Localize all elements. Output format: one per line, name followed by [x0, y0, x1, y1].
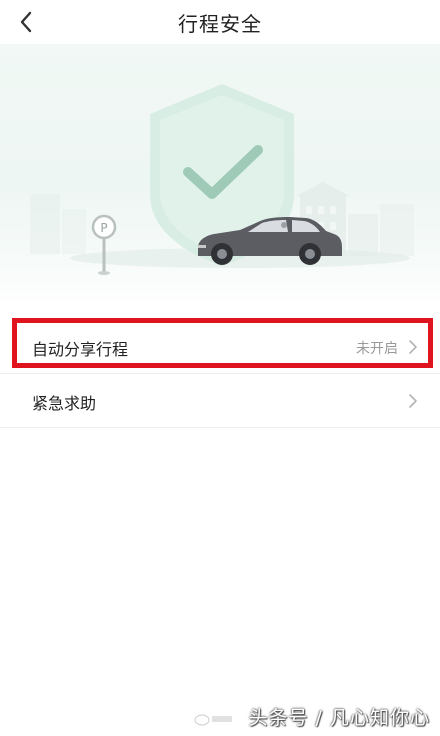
- parking-sign-icon: P: [91, 214, 117, 275]
- auto-share-trip-label: 自动分享行程: [32, 340, 129, 359]
- emergency-help-label: 紧急求助: [32, 394, 97, 413]
- svg-text:P: P: [100, 221, 107, 235]
- divider: [0, 427, 440, 428]
- chevron-right-icon: [409, 340, 417, 354]
- auto-share-trip-row[interactable]: 自动分享行程 未开启: [0, 320, 440, 374]
- chevron-right-icon: [409, 394, 417, 408]
- trip-safety-page: 行程安全 P 自动分享行程 未开启 紧急求助 头条号 / 凡心知你心: [0, 0, 440, 736]
- emergency-help-row[interactable]: 紧急求助: [0, 374, 440, 428]
- page-title: 行程安全: [178, 12, 262, 36]
- watermark-text: 头条号 / 凡心知你心: [248, 707, 430, 729]
- weibo-icon: [194, 714, 232, 726]
- safety-illustration: P: [0, 44, 440, 304]
- auto-share-trip-status: 未开启: [356, 341, 398, 357]
- nav-bar: 行程安全: [0, 0, 440, 44]
